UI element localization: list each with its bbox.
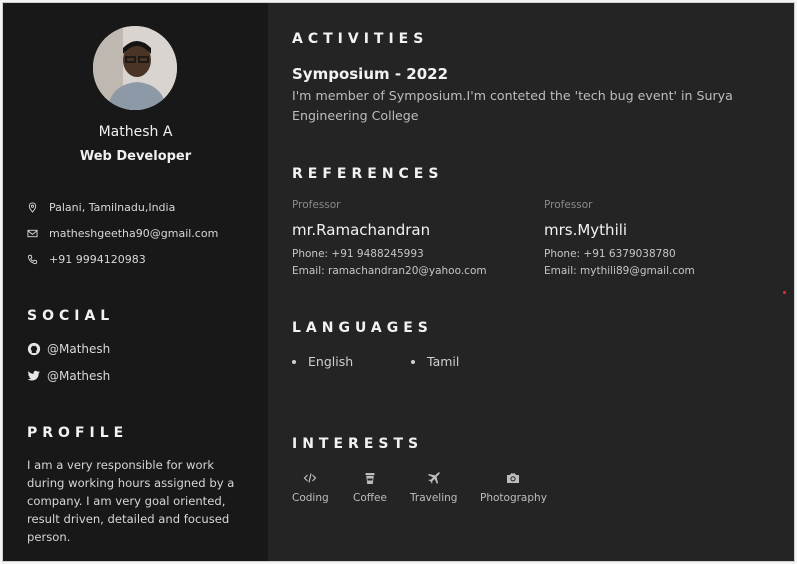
contact-location: Palani, Tamilnadu,India — [27, 201, 175, 214]
coffee-icon — [365, 473, 375, 484]
code-icon — [303, 473, 317, 483]
phone-icon — [27, 254, 38, 265]
bullet-icon — [411, 359, 415, 364]
person-name: Mathesh A — [98, 124, 173, 140]
social-heading: SOCIAL — [27, 308, 115, 324]
bullet-icon — [292, 359, 296, 364]
reference-2-name: mrs.Mythili — [544, 221, 628, 239]
interest-label: Coding — [292, 492, 329, 504]
location-text: Palani, Tamilnadu,India — [49, 201, 176, 214]
profile-text: I am a very responsible for work during … — [27, 458, 235, 544]
contact-email[interactable]: matheshgeetha90@gmail.com — [27, 227, 218, 240]
profile-heading: PROFILE — [27, 425, 129, 441]
reference-2-title: Professor — [544, 199, 593, 211]
interest-coding: Coding — [292, 471, 329, 504]
languages-heading: LANGUAGES — [292, 320, 433, 336]
interest-label: Photography — [480, 492, 547, 504]
reference-1-phone[interactable]: Phone: +91 9488245993 — [292, 248, 424, 260]
language-item: Tamil — [411, 354, 459, 369]
avatar — [93, 26, 177, 110]
phone-text[interactable]: +91 9994120983 — [49, 253, 146, 266]
mail-icon — [27, 229, 38, 238]
social-twitter[interactable]: @Mathesh — [27, 369, 110, 383]
github-icon — [27, 342, 41, 356]
twitter-handle[interactable]: @Mathesh — [47, 369, 110, 383]
interest-traveling: Traveling — [410, 471, 457, 504]
twitter-icon — [27, 370, 41, 381]
location-pin-icon — [28, 202, 37, 213]
person-role: Web Developer — [79, 149, 192, 164]
sidebar: Mathesh A Web Developer Palani, Tamilnad… — [3, 3, 268, 561]
reference-1-name: mr.Ramachandran — [292, 221, 431, 239]
reference-1-email[interactable]: Email: ramachandran20@yahoo.com — [292, 265, 487, 277]
resume-page: Mathesh A Web Developer Palani, Tamilnad… — [2, 2, 795, 562]
activity-description: I'm member of Symposium.I'm conteted the… — [292, 88, 733, 123]
github-handle[interactable]: @Mathesh — [47, 342, 110, 356]
interest-label: Coffee — [353, 492, 387, 504]
main-content: ACTIVITIES Symposium - 2022 I'm member o… — [268, 3, 794, 561]
reference-2-phone[interactable]: Phone: +91 6379038780 — [544, 248, 676, 260]
activity-title: Symposium - 2022 — [292, 65, 449, 83]
language-label: Tamil — [427, 354, 460, 369]
email-text[interactable]: matheshgeetha90@gmail.com — [49, 227, 218, 240]
plane-icon — [427, 472, 440, 484]
interest-photography: Photography — [480, 471, 547, 504]
interest-coffee: Coffee — [353, 471, 387, 504]
contact-phone[interactable]: +91 9994120983 — [27, 253, 146, 266]
reference-1-title: Professor — [292, 199, 341, 211]
marker-dot — [783, 291, 786, 294]
reference-2-email[interactable]: Email: mythili89@gmail.com — [544, 265, 695, 277]
social-github[interactable]: @Mathesh — [27, 342, 110, 356]
language-item: English — [292, 354, 353, 369]
camera-icon — [507, 473, 520, 483]
interests-heading: INTERESTS — [292, 436, 424, 452]
activities-heading: ACTIVITIES — [292, 31, 429, 47]
language-label: English — [308, 354, 354, 369]
interest-label: Traveling — [410, 492, 458, 504]
references-heading: REFERENCES — [292, 166, 444, 182]
